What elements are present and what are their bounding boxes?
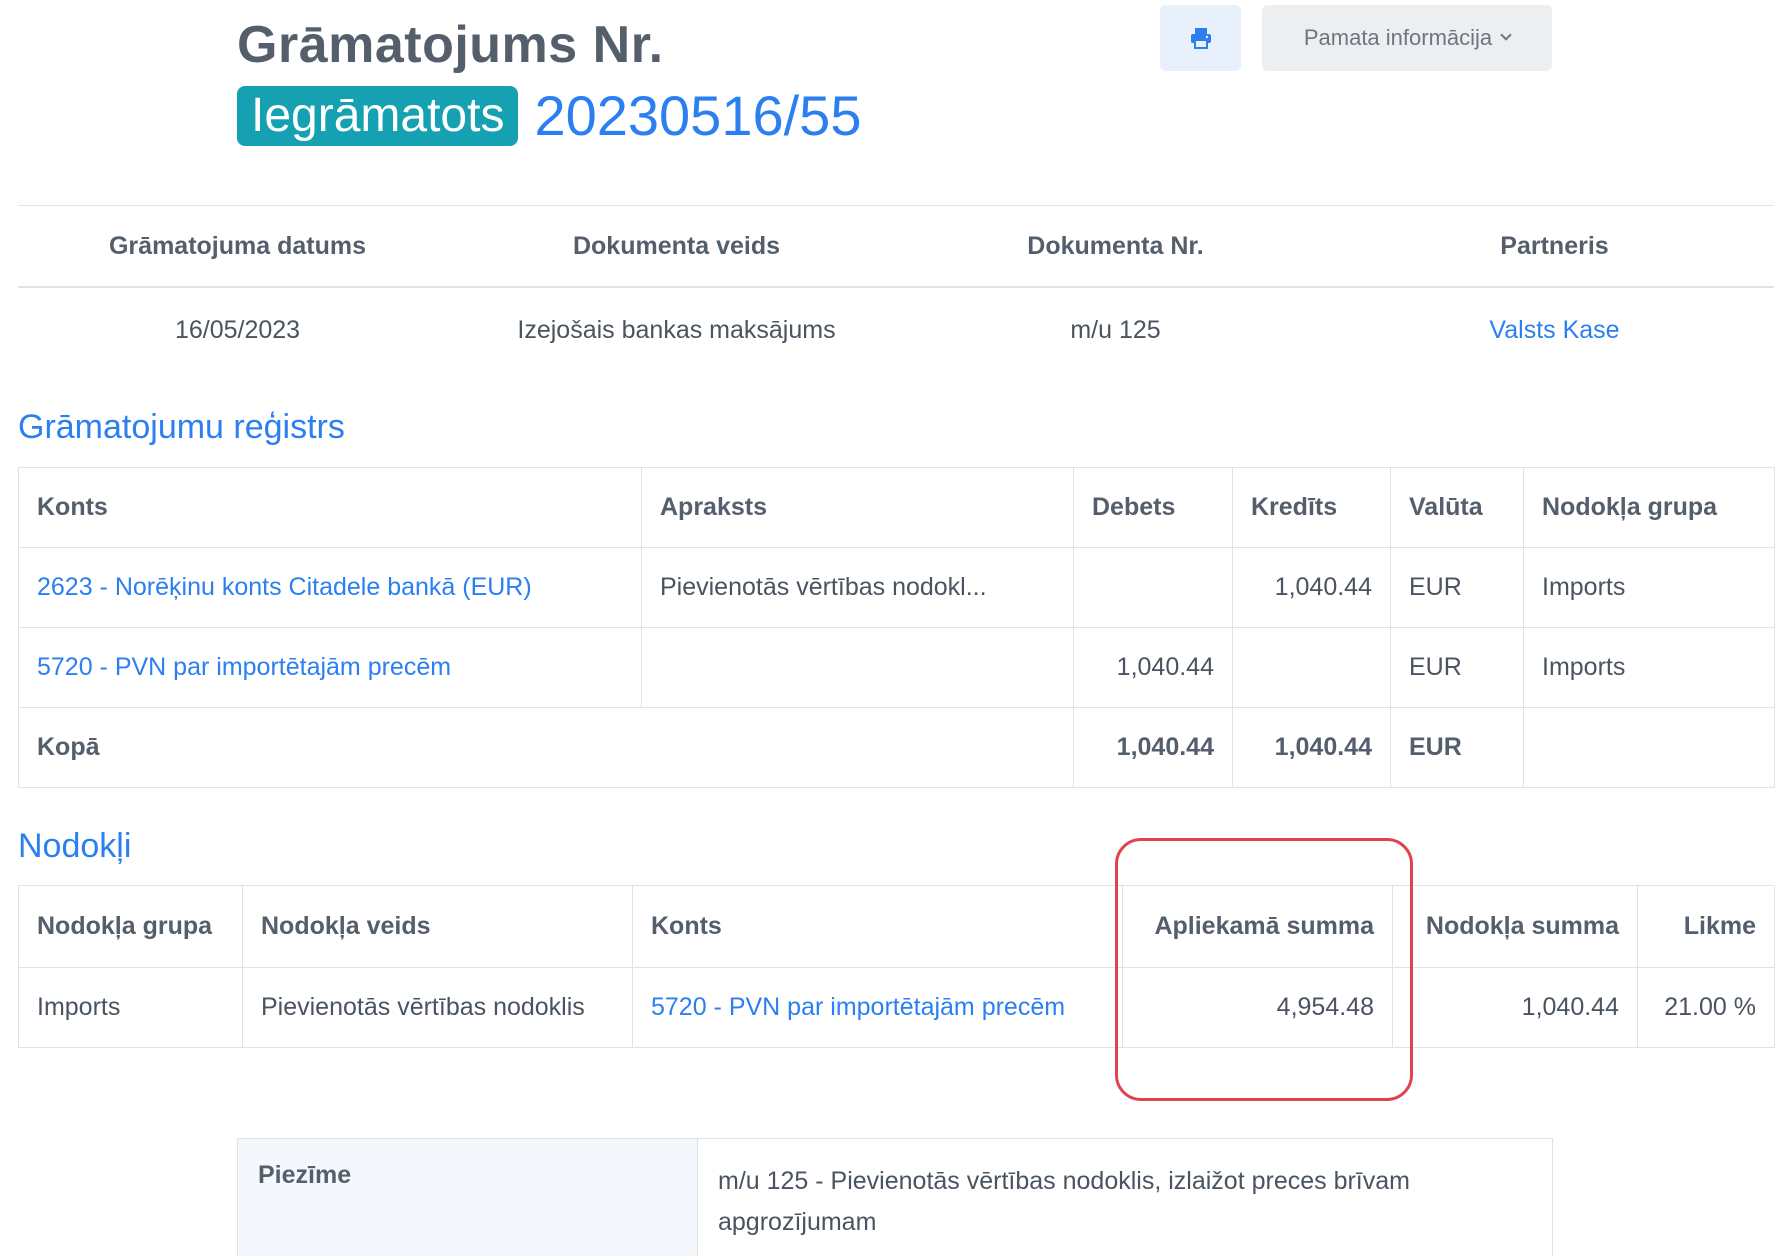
col-tax-type: Nodokļa veids <box>242 885 633 968</box>
total-currency: EUR <box>1390 707 1524 788</box>
page-header: Grāmatojums Nr. Iegrāmatots 20230516/55 <box>237 14 861 146</box>
currency-cell: EUR <box>1390 627 1524 708</box>
summary-header-row: Grāmatojuma datums Dokumenta veids Dokum… <box>18 205 1774 288</box>
printer-icon <box>1190 28 1211 49</box>
col-tax-amount: Nodokļa summa <box>1392 885 1638 968</box>
col-tax-group: Nodokļa grupa <box>1523 467 1775 548</box>
register-table: Konts Apraksts Debets Kredīts Valūta Nod… <box>18 467 1775 788</box>
entry-summary: Grāmatojuma datums Dokumenta veids Dokum… <box>18 205 1774 372</box>
tax-group-cell: Imports <box>1523 547 1775 628</box>
currency-cell: EUR <box>1390 547 1524 628</box>
col-account: Konts <box>18 467 642 548</box>
credit-cell: 1,040.44 <box>1232 547 1391 628</box>
print-button[interactable] <box>1160 5 1241 71</box>
summary-header-partner: Partneris <box>1500 231 1609 260</box>
credit-cell <box>1232 627 1391 708</box>
register-section-title: Grāmatojumu reģistrs <box>18 408 345 446</box>
register-header-row: Konts Apraksts Debets Kredīts Valūta Nod… <box>18 467 1775 548</box>
col-rate: Likme <box>1637 885 1775 968</box>
total-credit: 1,040.44 <box>1232 707 1391 788</box>
col-debit: Debets <box>1073 467 1233 548</box>
document-number: m/u 125 <box>1070 315 1161 344</box>
summary-header-doc-number: Dokumenta Nr. <box>1027 231 1204 260</box>
summary-header-date: Grāmatojuma datums <box>108 231 366 260</box>
table-row: 5720 - PVN par importētajām precēm 1,040… <box>18 627 1775 708</box>
summary-value-row: 16/05/2023 Izejošais bankas maksājums m/… <box>18 288 1774 372</box>
total-tax-group <box>1523 707 1775 788</box>
status-badge: Iegrāmatots <box>237 86 519 146</box>
account-link[interactable]: 5720 - PVN par importētajām precēm <box>18 627 642 708</box>
account-link[interactable]: 2623 - Norēķinu konts Citadele bankā (EU… <box>18 547 642 628</box>
col-description: Apraksts <box>641 467 1074 548</box>
account-link[interactable]: 5720 - PVN par importētajām precēm <box>632 967 1123 1048</box>
basic-info-label: Pamata informācija <box>1303 25 1493 50</box>
basic-info-dropdown[interactable]: Pamata informācija <box>1262 5 1552 71</box>
description-cell: Pievienotās vērtības nodokl... <box>641 547 1074 628</box>
total-debit: 1,040.44 <box>1073 707 1233 788</box>
entry-date: 16/05/2023 <box>174 315 301 344</box>
rate-cell: 21.00 % <box>1637 967 1775 1048</box>
taxable-amount-cell: 4,954.48 <box>1122 967 1393 1048</box>
note-text: m/u 125 - Pievienotās vērtības nodoklis,… <box>718 1167 1410 1236</box>
taxes-table: Nodokļa grupa Nodokļa veids Konts Apliek… <box>18 885 1775 1048</box>
tax-amount-cell: 1,040.44 <box>1392 967 1638 1048</box>
debit-cell <box>1073 547 1233 628</box>
col-currency: Valūta <box>1390 467 1524 548</box>
col-taxable-amount: Apliekamā summa <box>1122 885 1393 968</box>
col-account: Konts <box>632 885 1123 968</box>
partner-link[interactable]: Valsts Kase <box>1335 316 1774 345</box>
col-credit: Kredīts <box>1232 467 1391 548</box>
debit-cell: 1,040.44 <box>1073 627 1233 708</box>
note-label: Piezīme <box>238 1139 698 1256</box>
description-cell <box>641 627 1074 708</box>
col-tax-group: Nodokļa grupa <box>18 885 243 968</box>
tax-type-cell: Pievienotās vērtības nodoklis <box>242 967 633 1048</box>
entry-number: 20230516/55 <box>534 84 862 147</box>
total-row: Kopā 1,040.44 1,040.44 EUR <box>18 707 1775 788</box>
title-row: Iegrāmatots 20230516/55 <box>237 86 861 146</box>
total-label: Kopā <box>18 707 1074 788</box>
note-panel: Piezīme m/u 125 - Pievienotās vērtības n… <box>237 1138 1553 1256</box>
taxes-section-title: Nodokļi <box>18 827 132 865</box>
summary-header-doc-type: Dokumenta veids <box>572 231 780 260</box>
table-row: Imports Pievienotās vērtības nodoklis 57… <box>18 967 1775 1048</box>
document-type: Izejošais bankas maksājums <box>517 315 836 344</box>
table-row: 2623 - Norēķinu konts Citadele bankā (EU… <box>18 547 1775 628</box>
taxes-header-row: Nodokļa grupa Nodokļa veids Konts Apliek… <box>18 885 1775 968</box>
tax-group-cell: Imports <box>18 967 243 1048</box>
tax-group-cell: Imports <box>1523 627 1775 708</box>
chevron-down-icon <box>1500 29 1512 41</box>
page-title: Grāmatojums Nr. <box>237 16 664 74</box>
